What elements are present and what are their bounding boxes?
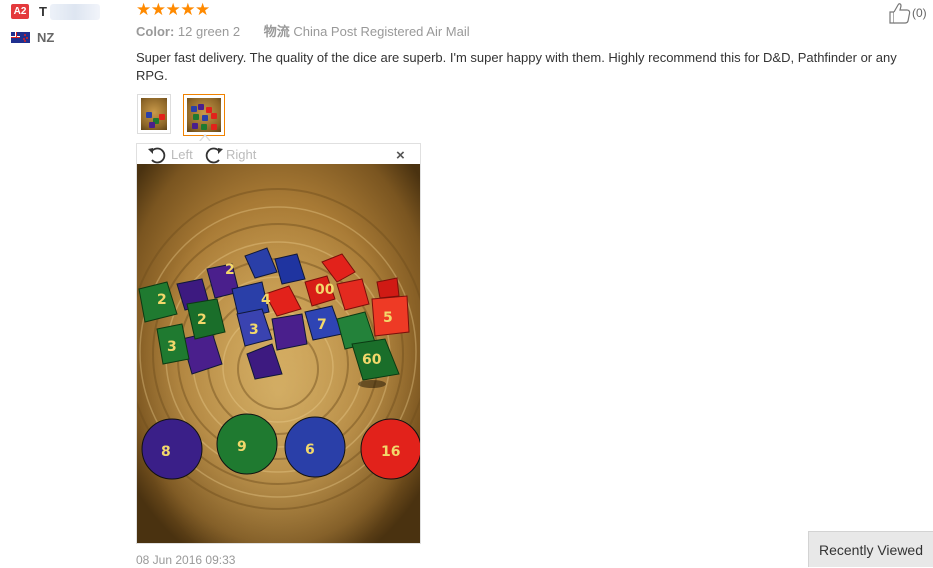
- svg-text:7: 7: [317, 317, 327, 333]
- svg-text:3: 3: [167, 339, 177, 355]
- nz-flag-icon: [11, 32, 30, 43]
- review-photo-thumbnail-1[interactable]: [137, 94, 171, 134]
- helpful-count: (0): [912, 6, 927, 20]
- review-date: 08 Jun 2016 09:33: [136, 553, 236, 567]
- rotate-left-label: Left: [171, 147, 193, 162]
- rotate-right-icon: [205, 147, 223, 164]
- svg-text:8: 8: [161, 444, 171, 460]
- recently-viewed-button[interactable]: Recently Viewed: [808, 531, 933, 567]
- svg-text:4: 4: [261, 292, 271, 308]
- color-value: 12 green 2: [177, 24, 241, 39]
- svg-text:2: 2: [197, 312, 207, 328]
- reviewer-name[interactable]: T: [39, 4, 47, 19]
- rotate-right-button[interactable]: Right: [202, 145, 272, 165]
- svg-text:3: 3: [249, 322, 259, 338]
- thumbs-up-icon: [889, 3, 911, 24]
- rotate-right-label: Right: [226, 147, 257, 162]
- svg-text:60: 60: [362, 352, 382, 368]
- reviewer-country: NZ: [37, 30, 55, 45]
- svg-text:16: 16: [381, 444, 400, 460]
- svg-text:9: 9: [237, 439, 247, 455]
- svg-text:00: 00: [315, 282, 335, 298]
- svg-text:2: 2: [225, 262, 235, 278]
- buyer-level-badge: A2: [11, 4, 29, 19]
- svg-text:2: 2: [157, 292, 167, 308]
- svg-text:5: 5: [383, 310, 393, 326]
- color-label: Color:: [136, 24, 175, 39]
- rotate-left-icon: [148, 147, 166, 164]
- shipping-label: 物流: [263, 24, 290, 39]
- star-rating: ★★★★★: [136, 0, 210, 19]
- name-redaction: [50, 4, 100, 20]
- shipping-value: China Post Registered Air Mail: [293, 24, 470, 39]
- review-photo-thumbnail-2[interactable]: [183, 94, 225, 136]
- review-text: Super fast delivery. The quality of the …: [136, 50, 897, 83]
- rotate-left-button[interactable]: Left: [147, 145, 207, 165]
- close-viewer-button[interactable]: ×: [396, 147, 405, 165]
- order-info: Color: 12 green 2 物流 China Post Register…: [136, 24, 470, 40]
- svg-text:6: 6: [305, 442, 315, 458]
- review-photo-large[interactable]: 8 9 6 16 2 4 00 5 2 3 7 60 2 3: [137, 164, 420, 543]
- helpful-button[interactable]: (0): [888, 2, 932, 24]
